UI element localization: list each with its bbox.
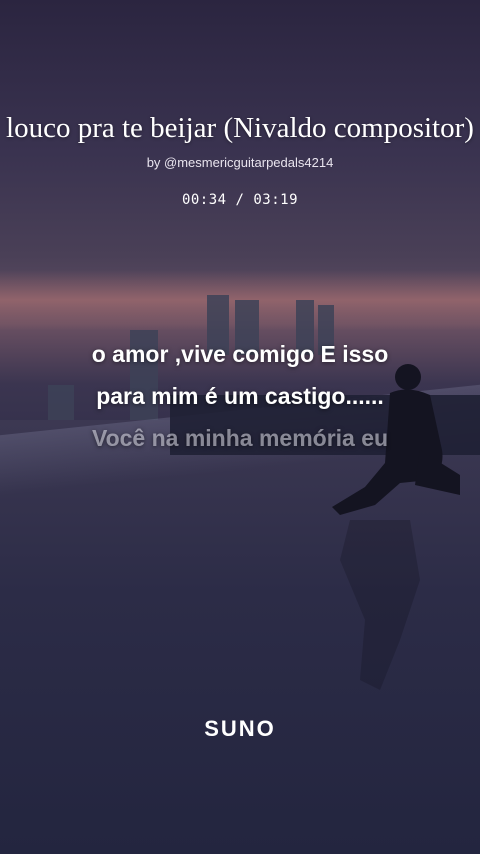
song-title: louco pra te beijar (Nivaldo compositor) <box>6 112 474 144</box>
person-reflection <box>340 520 420 690</box>
suno-logo: SUNO <box>204 716 276 741</box>
lyric-line-current: para mim é um castigo...... <box>96 383 384 409</box>
song-author: by @mesmericguitarpedals4214 <box>146 155 334 170</box>
lyric-line-current: o amor ,vive comigo E isso <box>91 341 389 367</box>
playback-time: 00:34 / 03:19 <box>181 192 299 208</box>
lyric-line-next: Você na minha memória eu <box>91 425 389 451</box>
